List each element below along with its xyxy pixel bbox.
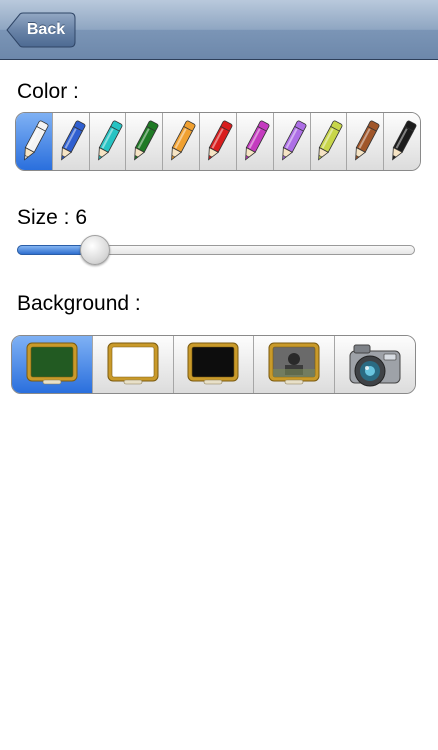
lavender-pencil-icon	[281, 120, 307, 161]
brown-pencil-icon	[355, 120, 380, 161]
color-option[interactable]	[199, 113, 236, 170]
white-board-icon	[107, 342, 159, 384]
red-pencil-icon	[208, 120, 233, 161]
color-option[interactable]	[125, 113, 163, 170]
lime-pencil-icon	[318, 120, 343, 161]
background-option[interactable]	[172, 336, 254, 393]
color-option[interactable]	[16, 113, 52, 170]
navigation-bar: Back	[0, 0, 438, 60]
color-option[interactable]	[383, 113, 420, 170]
black-pencil-icon	[392, 120, 417, 161]
size-label: Size : 6	[17, 206, 88, 229]
blue-pencil-icon	[60, 120, 86, 161]
cyan-pencil-icon	[97, 120, 122, 161]
back-button[interactable]: Back	[6, 12, 76, 48]
color-option[interactable]	[272, 113, 310, 170]
white-pencil-icon	[24, 120, 49, 161]
color-option[interactable]	[162, 113, 200, 170]
background-picker	[11, 335, 416, 394]
photo-board-icon	[268, 342, 320, 384]
background-label: Background :	[17, 292, 141, 315]
background-option[interactable]	[91, 336, 173, 393]
color-picker	[15, 112, 421, 171]
magenta-pencil-icon	[244, 120, 270, 161]
camera-icon	[349, 344, 401, 386]
back-button-label: Back	[26, 21, 66, 38]
color-option[interactable]	[309, 113, 347, 170]
size-slider[interactable]	[17, 235, 415, 265]
color-option[interactable]	[235, 113, 273, 170]
slider-thumb[interactable]	[80, 235, 111, 265]
green-pencil-icon	[134, 120, 159, 161]
color-option[interactable]	[88, 113, 126, 170]
orange-pencil-icon	[171, 120, 196, 161]
color-label: Color :	[17, 80, 79, 103]
color-option[interactable]	[346, 113, 384, 170]
background-option[interactable]	[334, 336, 415, 393]
green-chalkboard-icon	[26, 342, 78, 384]
color-option[interactable]	[51, 113, 89, 170]
background-option[interactable]	[12, 336, 92, 393]
black-board-icon	[187, 342, 239, 384]
background-option[interactable]	[253, 336, 335, 393]
